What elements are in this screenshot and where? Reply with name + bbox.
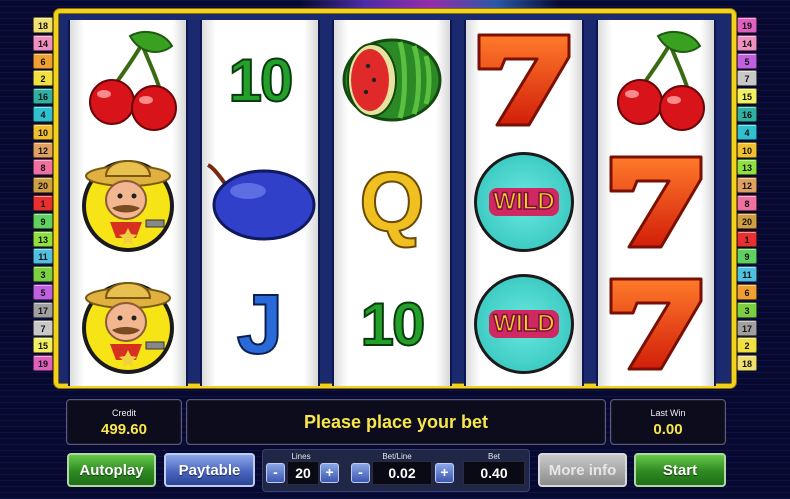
cherry-icon <box>598 20 714 140</box>
line-badge: 4 <box>33 105 53 122</box>
line-badge: 9 <box>33 212 53 229</box>
paytable-button[interactable]: Paytable <box>164 453 255 487</box>
line-badge: 10 <box>33 123 53 140</box>
line-badge: 9 <box>737 248 757 265</box>
line-badge: 2 <box>33 70 53 87</box>
line-badge: 11 <box>33 248 53 265</box>
credit-panel: Credit 499.60 <box>66 399 182 445</box>
line-badge: 11 <box>737 266 757 283</box>
start-button[interactable]: Start <box>634 453 726 487</box>
line-badge: 16 <box>737 105 757 122</box>
bet-value: 0.40 <box>463 461 525 485</box>
line-badge: 20 <box>33 177 53 194</box>
seven-icon <box>598 264 714 384</box>
jack-text: J <box>236 276 285 372</box>
reel-frame: 10 J Q 10 WILD WILD <box>54 9 736 388</box>
line-badge: 5 <box>33 283 53 300</box>
wild-symbol: WILD <box>466 264 582 384</box>
line-indicators-left: 18 14 6 2 16 4 10 12 8 20 1 9 13 11 3 5 17 7 15 19 <box>33 17 53 373</box>
jack-symbol: J <box>202 264 318 384</box>
credit-value: 499.60 <box>101 421 147 438</box>
message-panel: Please place your bet <box>186 399 606 445</box>
bet-line-label: Bet/Line <box>382 452 412 461</box>
lines-decrease-button[interactable]: - <box>266 463 285 483</box>
ten-text: 10 <box>228 46 295 115</box>
line-indicators-right: 19 14 5 7 15 16 4 10 13 12 8 20 1 9 11 6 3 17 2 18 <box>737 17 757 373</box>
line-badge: 17 <box>737 319 757 336</box>
reel-3: Q 10 <box>332 20 452 386</box>
wild-text: WILD <box>489 309 559 338</box>
title-glow <box>300 0 560 8</box>
reel-4: WILD WILD <box>464 20 584 386</box>
line-badge: 14 <box>33 34 53 51</box>
ten-symbol: 10 <box>202 20 318 140</box>
line-badge: 3 <box>33 266 53 283</box>
line-badge: 20 <box>737 212 757 229</box>
line-badge: 17 <box>33 301 53 318</box>
more-info-button[interactable]: More info <box>538 453 627 487</box>
bet-line-value: 0.02 <box>372 461 432 485</box>
wild-symbol: WILD <box>466 142 582 262</box>
autoplay-button[interactable]: Autoplay <box>67 453 156 487</box>
bet-line-decrease-button[interactable]: - <box>351 463 370 483</box>
line-badge: 5 <box>737 52 757 69</box>
ten-text: 10 <box>360 290 427 359</box>
line-badge: 1 <box>737 230 757 247</box>
line-badge: 3 <box>737 301 757 318</box>
lines-increase-button[interactable]: + <box>320 463 339 483</box>
bet-settings: Lines - 20 + Bet/Line - 0.02 + Bet 0.40 <box>262 449 530 492</box>
last-win-label: Last Win <box>650 408 686 418</box>
seven-icon <box>598 142 714 262</box>
reel-1 <box>68 20 188 386</box>
line-badge: 13 <box>737 159 757 176</box>
line-badge: 1 <box>33 194 53 211</box>
reel-2: 10 J <box>200 20 320 386</box>
seven-icon <box>466 20 582 140</box>
line-badge: 16 <box>33 88 53 105</box>
line-badge: 8 <box>737 194 757 211</box>
lines-value: 20 <box>287 461 319 485</box>
line-badge: 12 <box>737 177 757 194</box>
credit-label: Credit <box>111 408 136 418</box>
queen-text: Q <box>358 154 425 250</box>
line-badge: 7 <box>737 70 757 87</box>
bet-line-increase-button[interactable]: + <box>435 463 454 483</box>
wild-text: WILD <box>489 187 559 216</box>
line-badge: 18 <box>737 355 757 372</box>
sheriff-icon <box>70 142 186 262</box>
line-badge: 19 <box>737 17 757 33</box>
line-badge: 4 <box>737 123 757 140</box>
lines-label: Lines <box>291 452 311 461</box>
last-win-value: 0.00 <box>653 421 683 438</box>
line-badge: 14 <box>737 34 757 51</box>
line-badge: 6 <box>737 283 757 300</box>
line-badge: 6 <box>33 52 53 69</box>
line-badge: 15 <box>33 337 53 354</box>
sheriff-icon <box>70 264 186 384</box>
status-message: Please place your bet <box>303 412 489 432</box>
reel-5 <box>596 20 716 386</box>
last-win-panel: Last Win 0.00 <box>610 399 726 445</box>
line-badge: 12 <box>33 141 53 158</box>
plum-icon <box>202 142 318 262</box>
line-badge: 8 <box>33 159 53 176</box>
line-badge: 13 <box>33 230 53 247</box>
line-badge: 10 <box>737 141 757 158</box>
ten-symbol: 10 <box>334 264 450 384</box>
line-badge: 7 <box>33 319 53 336</box>
bet-label: Bet <box>487 452 500 461</box>
line-badge: 15 <box>737 88 757 105</box>
line-badge: 19 <box>33 355 53 372</box>
cherry-icon <box>70 20 186 140</box>
line-badge: 2 <box>737 337 757 354</box>
watermelon-icon <box>334 20 450 140</box>
queen-symbol: Q <box>334 142 450 262</box>
line-badge: 18 <box>33 17 53 33</box>
